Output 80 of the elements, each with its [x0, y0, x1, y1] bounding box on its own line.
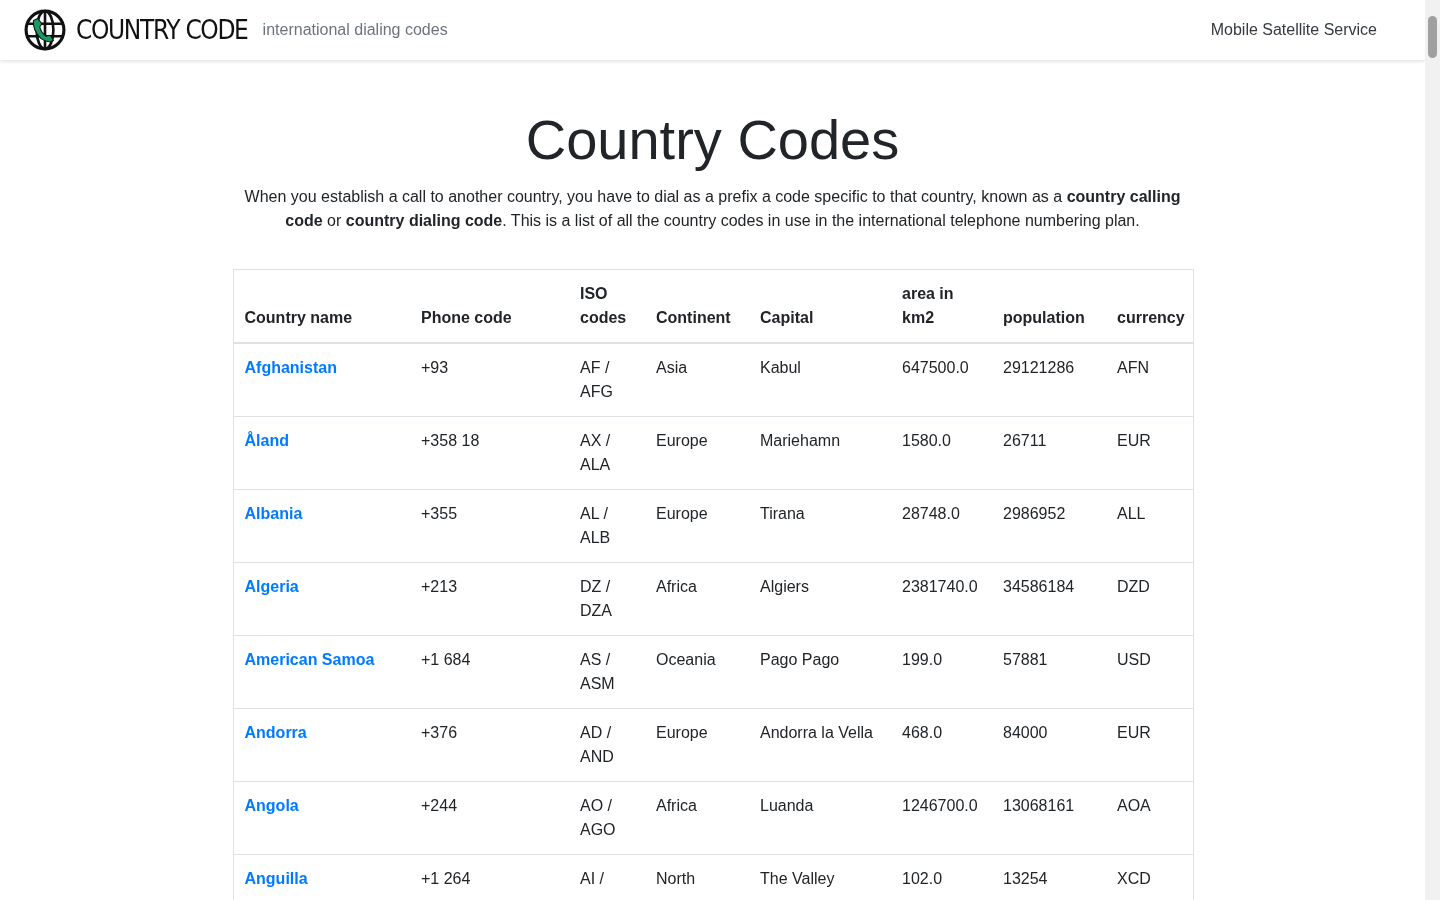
column-header: area in km2 [891, 269, 992, 344]
site-logo-text[interactable]: COUNTRY CODE [76, 15, 248, 45]
country-link[interactable]: Andorra [244, 724, 307, 742]
table-cell: +358 18 [410, 416, 569, 490]
country-link[interactable]: American Samoa [244, 651, 375, 669]
table-cell: Kabul [749, 343, 891, 417]
country-link[interactable]: Åland [244, 432, 289, 450]
country-link[interactable]: Algeria [244, 578, 299, 596]
table-cell: +355 [410, 489, 569, 563]
table-cell: AL / ALB [569, 489, 645, 563]
table-cell: 26711 [992, 416, 1106, 490]
table-cell: 647500.0 [891, 343, 992, 417]
table-cell: AI / [569, 854, 645, 900]
table-cell: USD [1106, 635, 1193, 709]
table-cell: AX / ALA [569, 416, 645, 490]
table-cell: 199.0 [891, 635, 992, 709]
table-cell: 102.0 [891, 854, 992, 900]
table-cell: 29121286 [992, 343, 1106, 417]
table-cell: AD / AND [569, 708, 645, 782]
table-cell: EUR [1106, 416, 1193, 490]
table-cell: 57881 [992, 635, 1106, 709]
table-cell: 1246700.0 [891, 781, 992, 855]
scrollbar-thumb[interactable] [1428, 16, 1437, 58]
page-title: Country Codes [524, 107, 901, 173]
table-cell: Tirana [749, 489, 891, 563]
nav-link[interactable]: Mobile Satellite Service [1210, 21, 1377, 38]
table-cell: Europe [645, 708, 749, 782]
table-cell: Africa [645, 781, 749, 855]
tagline: international dialing codes [262, 21, 448, 39]
table-cell: 84000 [992, 708, 1106, 782]
table-cell: Mariehamn [749, 416, 891, 490]
table-cell: +93 [410, 343, 569, 417]
table-cell: 13068161 [992, 781, 1106, 855]
column-header: Continent [645, 269, 749, 344]
table-cell: ALL [1106, 489, 1193, 563]
table-cell: Europe [645, 489, 749, 563]
country-link[interactable]: Angola [244, 797, 299, 815]
table-cell: Africa [645, 562, 749, 636]
table-cell: 1580.0 [891, 416, 992, 490]
table-cell: DZD [1106, 562, 1193, 636]
scrollbar[interactable] [1425, 0, 1440, 900]
table-cell: DZ / DZA [569, 562, 645, 636]
table-cell: XCD [1106, 854, 1193, 900]
table-cell: AOA [1106, 781, 1193, 855]
table-cell: 468.0 [891, 708, 992, 782]
table-cell: AO / AGO [569, 781, 645, 855]
table-cell: AS / ASM [569, 635, 645, 709]
table-cell: +1 684 [410, 635, 569, 709]
globe-phone-icon [24, 9, 66, 51]
table-cell: AF / AFG [569, 343, 645, 417]
table-cell: AFN [1106, 343, 1193, 417]
country-link[interactable]: Albania [244, 505, 303, 523]
column-header: population [992, 269, 1106, 344]
table-cell: 13254 [992, 854, 1106, 900]
table-cell: EUR [1106, 708, 1193, 782]
column-header: Capital [749, 269, 891, 344]
country-link[interactable]: Afghanistan [244, 359, 337, 377]
table-cell: 2986952 [992, 489, 1106, 563]
table-cell: Pago Pago [749, 635, 891, 709]
table-cell: 34586184 [992, 562, 1106, 636]
column-header: ISO codes [569, 269, 645, 344]
table-cell: Asia [645, 343, 749, 417]
table-cell: 28748.0 [891, 489, 992, 563]
table-cell: +1 264 [410, 854, 569, 900]
table-cell: Luanda [749, 781, 891, 855]
table-cell: +376 [410, 708, 569, 782]
table-cell: +213 [410, 562, 569, 636]
table-cell: Algiers [749, 562, 891, 636]
country-link[interactable]: Anguilla [244, 870, 308, 888]
table-cell: +244 [410, 781, 569, 855]
column-header: currency [1106, 269, 1193, 344]
column-header: Country name [233, 269, 410, 344]
table-cell: Europe [645, 416, 749, 490]
table-cell: 2381740.0 [891, 562, 992, 636]
table-cell: The Valley [749, 854, 891, 900]
intro-paragraph: When you establish a call to another country, you have to dial as a prefix a code specific to that country, known as a country calling code or country dialing code. This is a list of all the country codes in use in the international telephone numbering plan. [243, 187, 1182, 232]
table-cell: North [645, 854, 749, 900]
table-cell: Oceania [645, 635, 749, 709]
column-header: Phone code [410, 269, 569, 344]
table-cell: Andorra la Vella [749, 708, 891, 782]
